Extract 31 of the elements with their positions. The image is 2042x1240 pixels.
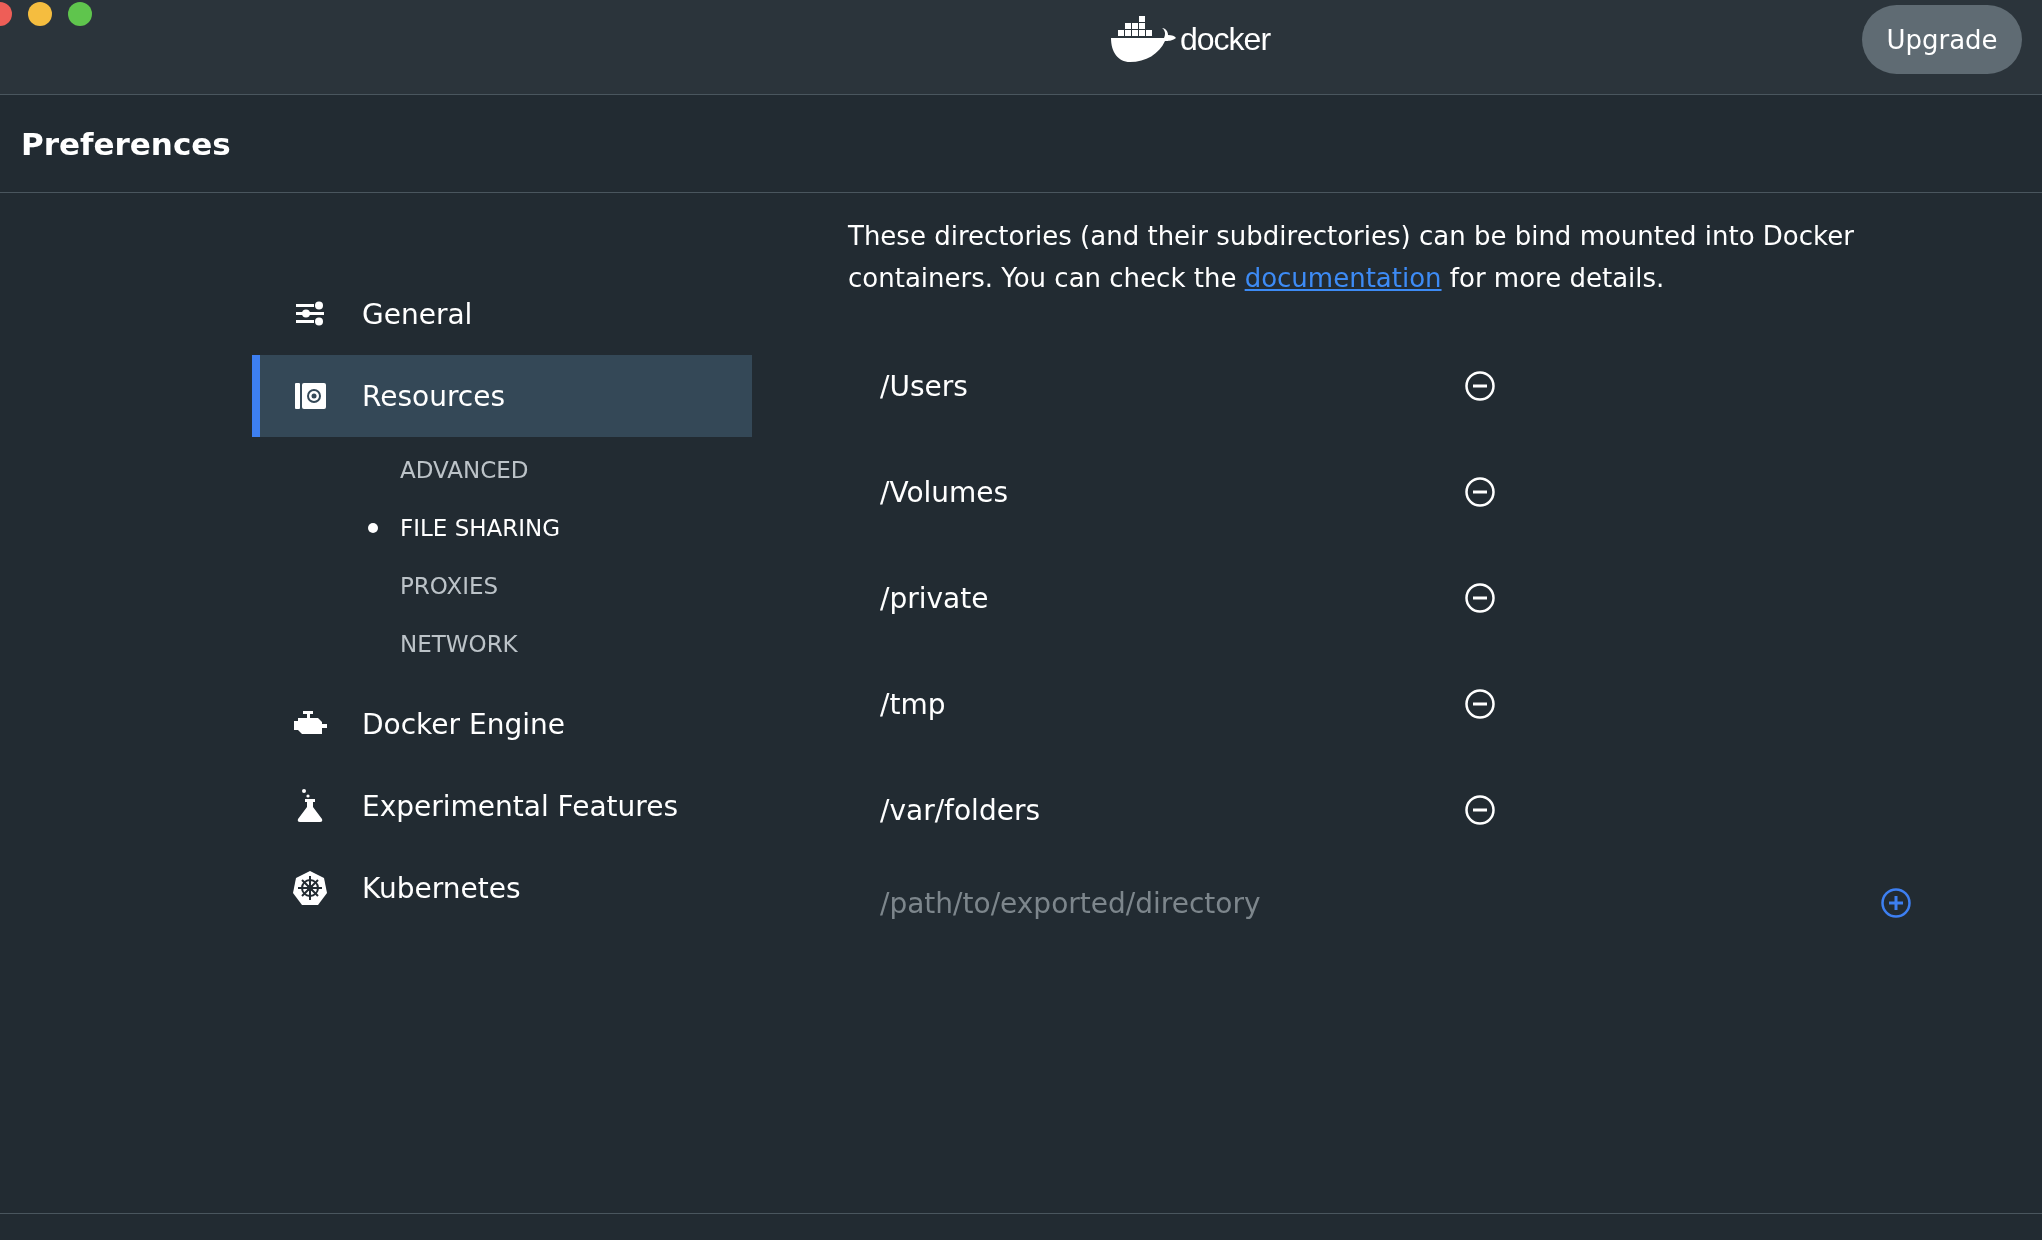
path-input-field[interactable]: /path/to/exported/directory	[880, 886, 1880, 920]
sidebar-item[interactable]: Kubernetes	[252, 847, 752, 929]
submenu-item[interactable]: FILE SHARING	[252, 499, 752, 557]
submenu-item[interactable]: PROXIES	[252, 557, 752, 615]
remove-icon[interactable]	[1464, 476, 1496, 508]
minimize-button[interactable]	[28, 2, 52, 26]
sidebar-item[interactable]: Resources	[252, 355, 752, 437]
sidebar-item[interactable]: General	[252, 273, 752, 355]
directory-path: /private	[880, 581, 990, 615]
remove-icon[interactable]	[1464, 370, 1496, 402]
remove-icon[interactable]	[1464, 582, 1496, 614]
sidebar-item[interactable]: Docker Engine	[252, 683, 752, 765]
remove-icon[interactable]	[1464, 688, 1496, 720]
whale-icon	[1110, 16, 1176, 62]
directory-path: /var/folders	[880, 793, 1041, 827]
add-icon[interactable]	[1880, 887, 1912, 919]
directory-path: /Volumes	[880, 475, 1010, 509]
documentation-link[interactable]: documentation	[1244, 263, 1442, 293]
page-title: Preferences	[21, 125, 231, 162]
helm-icon	[292, 870, 328, 906]
directory-path: /tmp	[880, 687, 947, 721]
sidebar-item[interactable]: Experimental Features	[252, 765, 752, 847]
directory-path: /Users	[880, 369, 969, 403]
remove-icon[interactable]	[1464, 794, 1496, 826]
description-text: These directories (and their subdirectories) can be bind mounted into Docker containers. You can check the documentation for more details.	[848, 220, 1855, 295]
zoom-button[interactable]	[68, 2, 92, 26]
submenu-item[interactable]: ADVANCED	[252, 441, 752, 499]
upgrade-button[interactable]: Upgrade	[1862, 5, 2022, 74]
logo-text: docker	[1180, 20, 1271, 58]
bullet-icon	[368, 523, 378, 533]
submenu-item[interactable]: NETWORK	[252, 615, 752, 673]
